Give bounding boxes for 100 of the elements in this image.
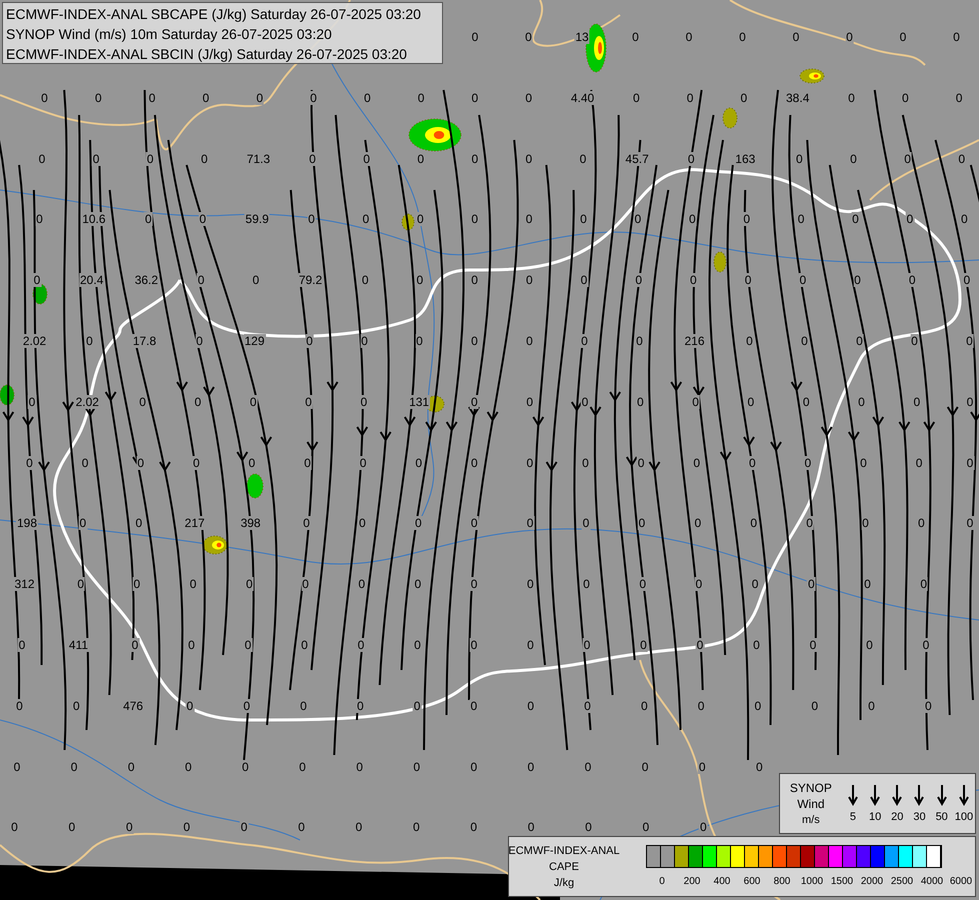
cape-value-label: 0 [15,698,24,713]
cape-value-label: 398 [240,516,262,530]
cape-value-label: 0 [754,760,764,774]
cape-value-label: 0 [470,698,478,713]
cape-value-label: 0 [642,820,650,834]
cape-value-label: 0 [954,90,964,105]
cape-value-label: 0 [72,698,81,713]
wind-speed-label: 5 [850,810,856,824]
cape-value-label: 0 [924,698,933,713]
cape-value-label: 0 [855,334,864,348]
cape-value-label: 0 [584,760,592,774]
cape-value-label: 0 [581,456,590,470]
cape-value-label: 0 [358,516,367,530]
cape-value-label: 0 [903,152,912,166]
cape-value-label: 0 [639,638,648,652]
cape-value-label: 45.7 [624,152,650,166]
cape-value-label: 0 [900,90,910,105]
cape-value-label: 0 [355,760,364,774]
cape-value-label: 0 [354,820,364,834]
cape-value-label: 0 [297,820,306,834]
cape-value-label: 0 [469,820,478,834]
cape-value-label: 0 [849,152,858,166]
cape-value-label: 0 [302,516,311,530]
cape-value-label: 0 [922,638,930,652]
wind-speed-label: 30 [913,810,926,824]
cape-scale-label: 4000 [920,875,944,889]
wind-arrow-icon [958,784,969,806]
cape-value-label: 0 [526,456,534,470]
cape-value-label: 0 [144,212,153,226]
cape-value-label: 0 [632,90,641,105]
cape-value-label: 0 [188,577,198,592]
cape-value-label: 0 [952,30,961,44]
cape-value-label: 0 [698,820,708,834]
cape-value-label: 0 [524,90,534,105]
cape-value-label: 0 [524,273,534,288]
cape-value-label: 0 [740,90,748,105]
cape-value-label: 0 [359,394,368,409]
cape-value-label: 0 [470,152,480,166]
cape-value-label: 0 [748,456,757,470]
cape-value-label: 0 [94,90,103,105]
cape-value-label: 0 [805,516,814,530]
cape-value-label: 0 [184,760,193,774]
cape-value-label: 0 [414,577,422,592]
cape-value-label: 312 [13,577,36,592]
cape-value-label: 0 [636,394,645,409]
cape-value-label: 0 [804,456,812,470]
cape-value-label: 217 [184,516,206,530]
cape-value-label: 0 [965,334,974,348]
cape-value-label: 0 [470,577,478,592]
cape-value-label: 0 [526,820,536,834]
cape-value-label: 0 [192,456,201,470]
cape-value-label: 0 [691,394,700,409]
cape-value-label: 0 [362,212,370,226]
cape-value-label: 59.9 [244,212,270,226]
cape-value-label: 0 [634,212,642,226]
cape-value-label: 0 [10,820,19,834]
cape-value-label: 0 [582,516,590,530]
cape-value-label: 0 [469,760,478,774]
cape-value-label: 0 [307,212,316,226]
cape-value-label: 0 [524,212,534,226]
cape-value-label: 0 [126,760,136,774]
cape-value-label: 0 [358,456,368,470]
cape-value-label: 0 [470,212,480,226]
cape-value-label: 0 [692,456,702,470]
cape-value-label: 0 [309,90,318,105]
cape-value-label: 0 [356,638,366,652]
cape-value-label: 0 [684,30,694,44]
cape-value-label: 0 [525,334,534,348]
cape-value-label: 0 [248,394,258,409]
cape-value-label: 0 [356,698,365,713]
cape-value-label: 0 [966,516,974,530]
cape-value-label: 411 [68,638,90,652]
cape-value-label: 0 [412,698,422,713]
cape-value-label: 0 [960,212,969,226]
cape-value-label: 0 [470,273,479,288]
cape-value-label: 0 [148,90,156,105]
cape-value-label: 0 [76,577,86,592]
cape-value-label: 0 [305,334,314,348]
cape-value-label: 0 [526,577,535,592]
cape-scale-label: 800 [774,875,790,889]
cape-value-label: 0 [800,334,809,348]
cape-value-label: 0 [845,30,854,44]
cape-value-label: 0 [470,516,479,530]
wind-speed-label: 20 [891,810,904,824]
cape-value-label: 0 [416,90,426,105]
cape-value-label: 0 [357,577,366,592]
cape-value-label: 0 [917,516,926,530]
cape-value-label: 4.40 [570,90,596,105]
cape-value-label: 0 [853,273,862,288]
cape-value-label: 0 [580,394,590,409]
cape-value-label: 0 [688,212,697,226]
cape-value-label: 0 [919,577,928,592]
cape-value-label: 0 [638,516,646,530]
cape-value-label: 131 [408,394,430,409]
cape-value-label: 0 [70,760,78,774]
cape-value-label: 0 [242,698,252,713]
cape-value-label: 0 [244,638,252,652]
cape-value-label: 0 [638,577,648,592]
cape-value-label: 0 [867,698,876,713]
wind-arrow-icon [892,784,902,806]
